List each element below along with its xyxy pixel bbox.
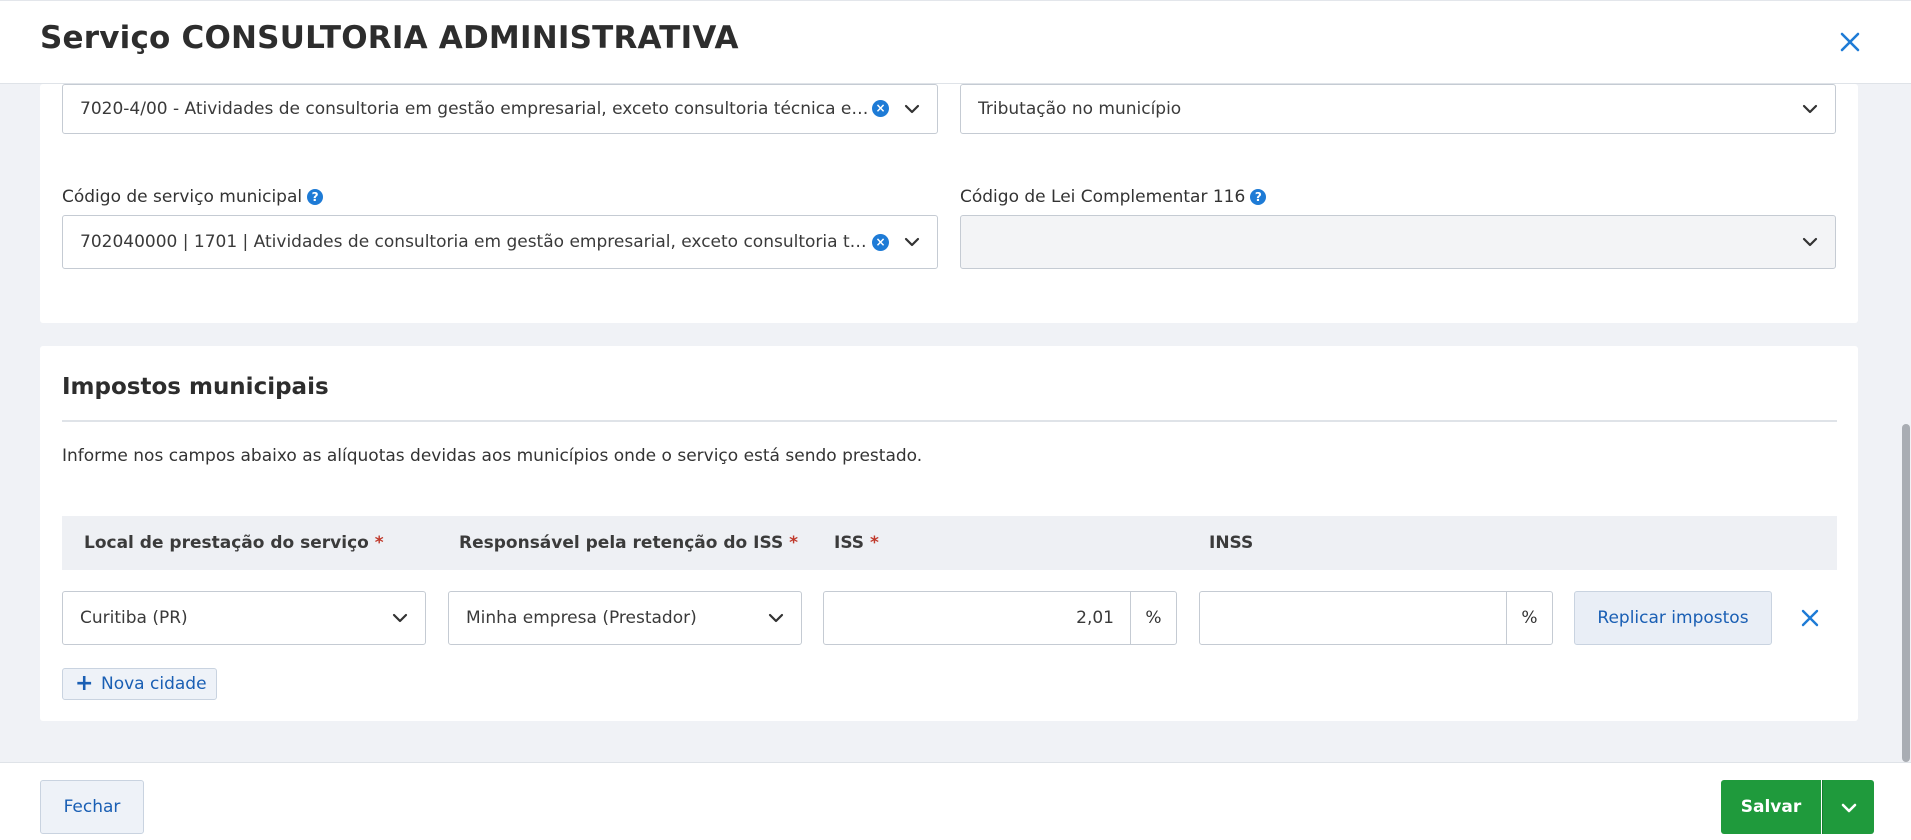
close-icon[interactable] <box>1798 606 1822 630</box>
percent-suffix: % <box>1130 592 1176 644</box>
chevron-down-icon[interactable] <box>903 100 921 118</box>
chevron-down-icon[interactable] <box>1801 100 1819 118</box>
municipal-taxes-card: Impostos municipais Informe nos campos a… <box>40 346 1858 721</box>
modal-header: Serviço CONSULTORIA ADMINISTRATIVA <box>0 0 1911 84</box>
divider <box>62 420 1837 422</box>
cnae-select-value: 7020-4/00 - Atividades de consultoria em… <box>80 99 870 119</box>
column-header-local: Local de prestação do serviço * <box>84 533 384 553</box>
service-card: 7020-4/00 - Atividades de consultoria em… <box>40 84 1858 323</box>
cnae-select[interactable]: 7020-4/00 - Atividades de consultoria em… <box>62 84 938 134</box>
inss-input[interactable]: % <box>1199 591 1553 645</box>
chevron-down-icon[interactable] <box>1801 233 1819 251</box>
city-select-value: Curitiba (PR) <box>80 608 188 628</box>
iss-input-value[interactable]: 2,01 <box>824 592 1130 644</box>
municipal-code-select[interactable]: 702040000 | 1701 | Atividades de consult… <box>62 215 938 269</box>
section-title: Impostos municipais <box>62 374 329 400</box>
add-city-button[interactable]: + Nova cidade <box>62 668 217 700</box>
responsavel-select-value: Minha empresa (Prestador) <box>466 608 697 628</box>
tributacao-select[interactable]: Tributação no município <box>960 84 1836 134</box>
replicate-taxes-button[interactable]: Replicar impostos <box>1574 591 1772 645</box>
inss-input-value[interactable] <box>1200 592 1506 644</box>
close-icon[interactable] <box>1837 29 1863 55</box>
iss-input[interactable]: 2,01 % <box>823 591 1177 645</box>
city-select[interactable]: Curitiba (PR) <box>62 591 426 645</box>
column-header-responsavel: Responsável pela retenção do ISS * <box>459 533 798 553</box>
column-header-inss: INSS <box>1209 533 1254 553</box>
lc116-select[interactable] <box>960 215 1836 269</box>
modal-title: Serviço CONSULTORIA ADMINISTRATIVA <box>40 20 739 56</box>
clear-icon[interactable]: × <box>872 100 889 117</box>
save-options-button[interactable] <box>1822 780 1874 834</box>
clear-icon[interactable]: × <box>872 234 889 251</box>
add-city-label: Nova cidade <box>101 674 207 694</box>
help-icon[interactable]: ? <box>1250 189 1267 205</box>
lc116-label: Código de Lei Complementar 116? <box>960 187 1267 207</box>
table-header: Local de prestação do serviço * Responsá… <box>62 516 1837 570</box>
plus-icon: + <box>75 671 94 696</box>
column-header-iss: ISS * <box>834 533 879 553</box>
chevron-down-icon <box>1841 803 1857 813</box>
chevron-down-icon[interactable] <box>767 609 785 627</box>
responsavel-select[interactable]: Minha empresa (Prestador) <box>448 591 802 645</box>
save-button[interactable]: Salvar <box>1721 780 1821 834</box>
close-button[interactable]: Fechar <box>40 780 144 834</box>
scrollbar-thumb[interactable] <box>1902 424 1910 762</box>
chevron-down-icon[interactable] <box>903 233 921 251</box>
modal-footer: Fechar Salvar <box>0 762 1911 840</box>
section-description: Informe nos campos abaixo as alíquotas d… <box>62 446 923 466</box>
chevron-down-icon[interactable] <box>391 609 409 627</box>
tributacao-select-value: Tributação no município <box>978 99 1182 119</box>
help-icon[interactable]: ? <box>307 189 324 205</box>
municipal-code-label: Código de serviço municipal? <box>62 187 324 207</box>
municipal-code-select-value: 702040000 | 1701 | Atividades de consult… <box>80 232 870 252</box>
percent-suffix: % <box>1506 592 1552 644</box>
